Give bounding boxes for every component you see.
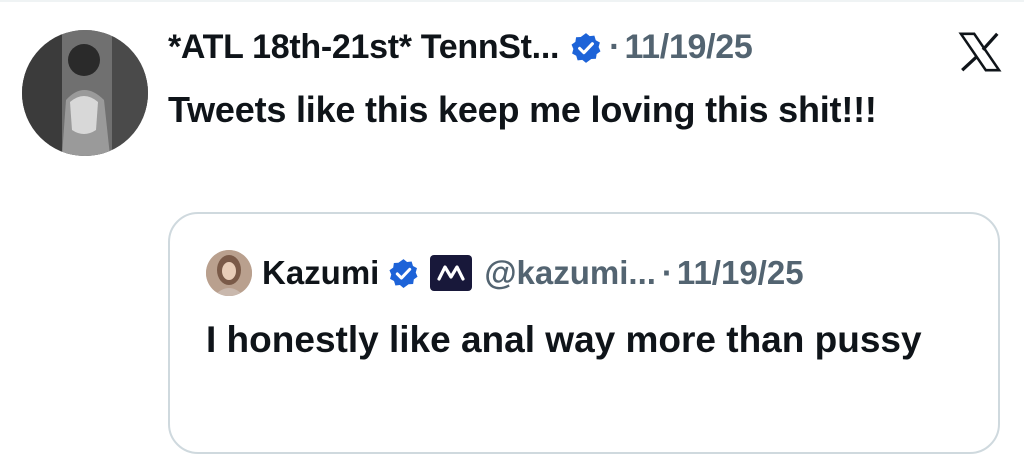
quoted-tweet-date[interactable]: 11/19/25 (677, 254, 804, 292)
quoted-author-name[interactable]: Kazumi (262, 254, 379, 292)
top-divider (0, 0, 1024, 2)
quoted-tweet-card[interactable]: Kazumi @kazumi... · 11/19/25 I honestly … (168, 212, 1000, 454)
tweet-date[interactable]: 11/19/25 (624, 28, 752, 67)
author-avatar[interactable] (22, 30, 148, 156)
avatar-photo (22, 30, 148, 156)
x-logo-icon (958, 32, 1002, 72)
quoted-header-separator: · (661, 254, 673, 291)
verified-badge-icon (389, 258, 418, 288)
quoted-tweet-header: Kazumi @kazumi... · 11/19/25 (206, 250, 804, 296)
author-name[interactable]: *ATL 18th-21st* TennSt... (168, 28, 559, 67)
quoted-author-avatar[interactable] (206, 250, 252, 296)
verified-badge-icon (571, 32, 601, 63)
affiliate-logo (437, 265, 465, 281)
tweet-text: Tweets like this keep me loving this shi… (168, 89, 877, 130)
tweet-header: *ATL 18th-21st* TennSt... · 11/19/25 (168, 28, 753, 67)
header-separator: · (609, 28, 621, 66)
quoted-tweet-text: I honestly like anal way more than pussy (206, 319, 922, 360)
affiliate-badge-icon[interactable] (430, 255, 473, 291)
quoted-avatar-photo (206, 250, 252, 296)
quoted-author-handle[interactable]: @kazumi... (484, 254, 656, 292)
